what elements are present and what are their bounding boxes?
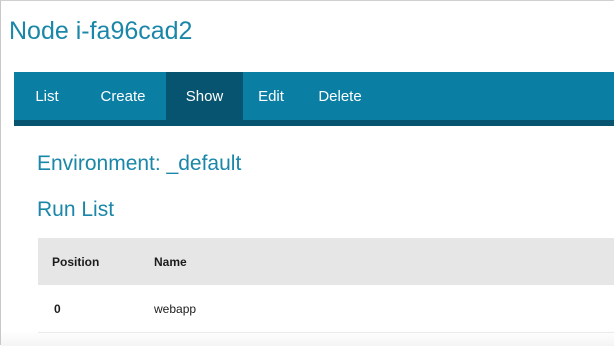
nav-edit-tab[interactable]: Edit (243, 72, 299, 120)
nav-list-tab[interactable]: List (14, 72, 80, 120)
bottom-fade-edge (1, 331, 614, 346)
position-column-header[interactable]: Position (38, 238, 154, 285)
page-title: Node i-fa96cad2 (9, 17, 193, 45)
nav-create-tab[interactable]: Create (80, 72, 166, 120)
table-header-row: Position Name (38, 238, 614, 285)
name-cell: webapp (154, 285, 614, 333)
position-cell: 0 (38, 285, 154, 333)
nav-show-tab[interactable]: Show (166, 72, 243, 120)
action-nav: List Create Show Edit Delete (14, 72, 614, 126)
table-row: 0 webapp (38, 285, 614, 333)
environment-label: Environment: _default (37, 152, 242, 175)
run-list-heading: Run List (37, 198, 115, 221)
name-column-header[interactable]: Name (154, 238, 614, 285)
run-list-table: Position Name 0 webapp (38, 238, 614, 333)
nav-delete-tab[interactable]: Delete (299, 72, 381, 120)
